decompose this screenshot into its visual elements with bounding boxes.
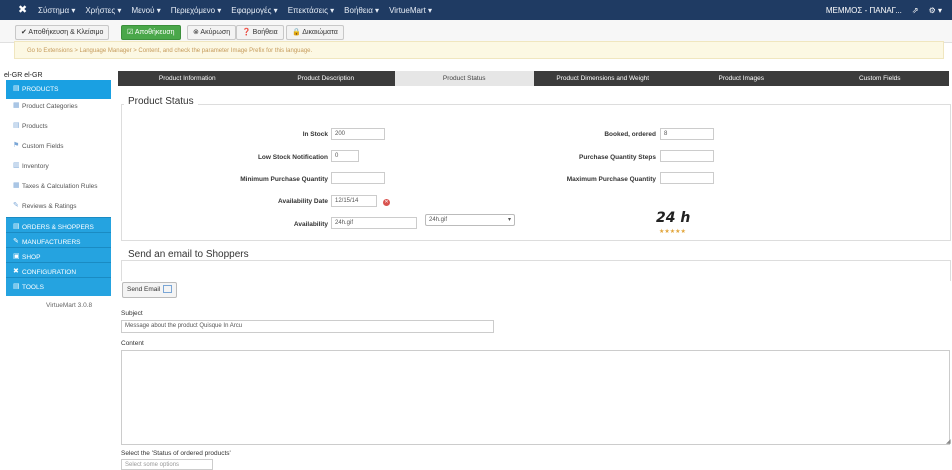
shop-icon: ▣ xyxy=(13,253,20,260)
email-fieldset xyxy=(121,260,951,281)
version-label: VirtueMart 3.0.8 xyxy=(46,302,93,309)
calculator-icon: ▦ xyxy=(13,182,20,189)
config-icon: ✖ xyxy=(13,268,19,275)
sidebar-item-label: Product Categories xyxy=(22,103,78,110)
joomla-logo-icon[interactable]: ✖ xyxy=(18,4,30,16)
menu-virtuemart[interactable]: VirtueMart ▾ xyxy=(389,6,432,15)
help-button[interactable]: ❓ Βοήθεια xyxy=(236,25,284,40)
status-ordered-label: Select the 'Status of ordered products' xyxy=(121,450,231,457)
booked-label: Booked, ordered xyxy=(604,131,656,138)
wrench-icon: ✎ xyxy=(13,238,19,245)
tab-product-information[interactable]: Product Information xyxy=(118,71,257,86)
topbar-right: ΜΕΜΜΟΣ - ΠΑΝΑΓ... ⇗ ⚙ ▾ xyxy=(826,0,942,20)
sidebar-header-label: PRODUCTS xyxy=(22,86,59,93)
availability-input[interactable]: 24h.gif xyxy=(331,217,417,229)
tab-custom-fields[interactable]: Custom Fields xyxy=(811,71,950,86)
low-stock-input[interactable]: 0 xyxy=(331,150,359,162)
language-label: el-GR el-GR xyxy=(4,72,43,79)
sidebar-item-inventory[interactable]: ▥ Inventory xyxy=(6,157,111,176)
subject-label: Subject xyxy=(121,310,143,317)
tab-bar: Product Information Product Description … xyxy=(118,71,949,86)
min-purchase-input[interactable] xyxy=(331,172,385,184)
save-close-button[interactable]: ✔ Αποθήκευση & Κλείσιμο xyxy=(15,25,110,40)
menu-components[interactable]: Εφαρμογές ▾ xyxy=(231,6,277,15)
email-icon xyxy=(163,285,173,294)
purchase-steps-label: Purchase Quantity Steps xyxy=(579,154,656,161)
booked-input[interactable]: 8 xyxy=(660,128,714,140)
sidebar-section-label: SHOP xyxy=(22,253,41,261)
sidebar-section-label: CONFIGURATION xyxy=(22,268,77,276)
sidebar-section-label: ORDERS & SHOPPERS xyxy=(22,223,94,231)
resize-handle-icon[interactable]: ◢ xyxy=(946,438,951,448)
email-legend: Send an email to Shoppers xyxy=(124,249,253,260)
inventory-icon: ▥ xyxy=(13,162,20,169)
sidebar-item-label: Products xyxy=(22,123,48,130)
content-label: Content xyxy=(121,340,144,347)
menu-help[interactable]: Βοήθεια ▾ xyxy=(344,6,379,15)
menu-system[interactable]: Σύστημα ▾ xyxy=(38,6,75,15)
tab-product-description[interactable]: Product Description xyxy=(257,71,396,86)
tools-icon: ▤ xyxy=(13,283,20,290)
min-purchase-label: Minimum Purchase Quantity xyxy=(240,176,328,183)
menu-users[interactable]: Χρήστες ▾ xyxy=(85,6,121,15)
product-status-fieldset xyxy=(121,104,951,241)
availability-date-label: Availability Date xyxy=(278,198,328,205)
user-name[interactable]: ΜΕΜΜΟΣ - ΠΑΝΑΓ... xyxy=(826,6,902,15)
sidebar-item-label: Reviews & Ratings xyxy=(22,203,77,210)
menu-content[interactable]: Περιεχόμενο ▾ xyxy=(171,6,222,15)
gear-icon[interactable]: ⚙ ▾ xyxy=(929,6,942,15)
calendar-reset-icon[interactable]: ✕ xyxy=(383,199,390,206)
sidebar-item-label: Custom Fields xyxy=(22,143,64,150)
availability-image-select[interactable]: 24h.gif ▾ xyxy=(425,214,515,226)
availability-image-24h: 24 h xyxy=(656,210,691,226)
tab-product-images[interactable]: Product Images xyxy=(672,71,811,86)
availability-date-input[interactable]: 12/15/14 xyxy=(331,195,377,207)
chevron-down-icon: ▾ xyxy=(507,217,511,223)
in-stock-input[interactable]: 200 xyxy=(331,128,385,140)
sidebar-item-product-categories[interactable]: ▦ Product Categories xyxy=(6,97,111,116)
top-menu: Σύστημα ▾ Χρήστες ▾ Μενού ▾ Περιεχόμενο … xyxy=(38,0,432,20)
max-purchase-input[interactable] xyxy=(660,172,714,184)
admin-topbar: ✖ Σύστημα ▾ Χρήστες ▾ Μενού ▾ Περιεχόμεν… xyxy=(0,0,952,20)
review-icon: ✎ xyxy=(13,202,19,209)
status-ordered-select[interactable]: Select some options xyxy=(121,459,213,470)
tab-product-dimensions[interactable]: Product Dimensions and Weight xyxy=(534,71,673,86)
sidebar-section-tools[interactable]: ▤ TOOLS xyxy=(6,277,111,296)
product-status-legend: Product Status xyxy=(124,96,198,107)
send-email-label: Send Email xyxy=(127,286,161,293)
purchase-steps-input[interactable] xyxy=(660,150,714,162)
sidebar-item-label: Taxes & Calculation Rules xyxy=(22,183,98,190)
products-icon: ▤ xyxy=(13,85,20,92)
notice-message: Go to Extensions > Language Manager > Co… xyxy=(14,41,944,59)
orders-icon: ▤ xyxy=(13,223,20,230)
in-stock-label: In Stock xyxy=(302,131,328,138)
sidebar-item-reviews[interactable]: ✎ Reviews & Ratings xyxy=(6,197,111,216)
availability-select-value: 24h.gif xyxy=(429,217,448,223)
content-textarea[interactable] xyxy=(121,350,950,445)
availability-label: Availability xyxy=(293,221,328,228)
sidebar-section-label: MANUFACTURERS xyxy=(22,238,81,246)
subject-input[interactable]: Message about the product Quisque In Arc… xyxy=(121,320,494,333)
menu-extensions[interactable]: Επεκτάσεις ▾ xyxy=(288,6,334,15)
list-icon: ▤ xyxy=(13,122,20,129)
sidebar: ▤ PRODUCTS ▦ Product Categories ▤ Produc… xyxy=(6,80,111,300)
menu-menus[interactable]: Μενού ▾ xyxy=(131,6,160,15)
sidebar-item-taxes[interactable]: ▦ Taxes & Calculation Rules xyxy=(6,177,111,196)
permissions-button[interactable]: 🔒 Δικαιώματα xyxy=(286,25,344,40)
low-stock-label: Low Stock Notification xyxy=(257,154,328,161)
cancel-button[interactable]: ⊗ Ακύρωση xyxy=(187,25,237,40)
sidebar-item-label: Inventory xyxy=(22,163,49,170)
availability-stars: ★★★★★ xyxy=(659,229,686,235)
send-email-button[interactable]: Send Email xyxy=(122,282,178,298)
sidebar-item-custom-fields[interactable]: ⚑ Custom Fields xyxy=(6,137,111,156)
sidebar-section-label: TOOLS xyxy=(22,283,44,291)
tab-product-status[interactable]: Product Status xyxy=(395,71,534,86)
save-button[interactable]: ☑ Αποθήκευση xyxy=(121,25,181,40)
max-purchase-label: Maximum Purchase Quantity xyxy=(566,176,656,183)
external-link-icon[interactable]: ⇗ xyxy=(912,6,919,15)
tag-icon: ⚑ xyxy=(13,142,20,149)
folder-icon: ▦ xyxy=(13,102,20,109)
sidebar-item-products[interactable]: ▤ Products xyxy=(6,117,111,136)
